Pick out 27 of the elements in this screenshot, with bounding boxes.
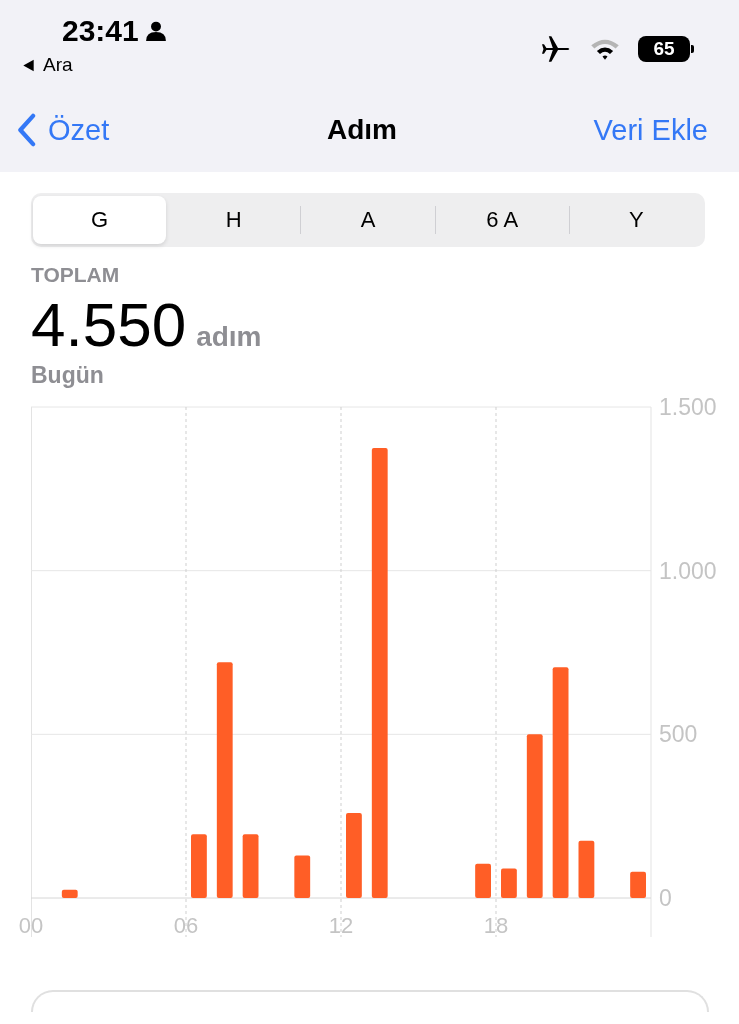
period-label: Bugün <box>31 362 105 389</box>
clock-time: 23:41 <box>62 14 139 48</box>
segment-tab[interactable]: Y <box>569 196 703 244</box>
y-axis-label: 500 <box>659 721 698 748</box>
x-axis-label: 00 <box>18 913 44 938</box>
step-total: 4.550 <box>31 289 187 360</box>
back-triangle-icon[interactable] <box>22 58 35 72</box>
y-axis-label: 1.000 <box>659 557 717 584</box>
unit-label: adım <box>196 321 262 353</box>
x-axis-label: 12 <box>328 913 354 938</box>
y-axis-label: 1.500 <box>659 397 717 420</box>
person-icon <box>144 20 167 42</box>
x-axis-label: 06 <box>173 913 199 938</box>
back-app-link[interactable]: Ara <box>43 54 73 76</box>
wifi-icon <box>590 37 620 61</box>
segment-tab[interactable]: G <box>33 196 167 244</box>
back-button[interactable]: Özet <box>16 113 110 147</box>
x-axis-label: 18 <box>483 913 509 938</box>
y-axis-label: 0 <box>659 885 672 911</box>
airplane-icon <box>540 33 572 65</box>
add-data-button[interactable]: Veri Ekle <box>593 113 708 147</box>
segment-tab[interactable]: 6 A <box>435 196 569 244</box>
screen-title: Adım <box>327 114 397 146</box>
total-caption: TOPLAM <box>31 263 121 287</box>
chevron-icon[interactable] <box>16 113 36 147</box>
segment-tab[interactable]: A <box>301 196 435 244</box>
segment-tab[interactable]: H <box>167 196 301 244</box>
